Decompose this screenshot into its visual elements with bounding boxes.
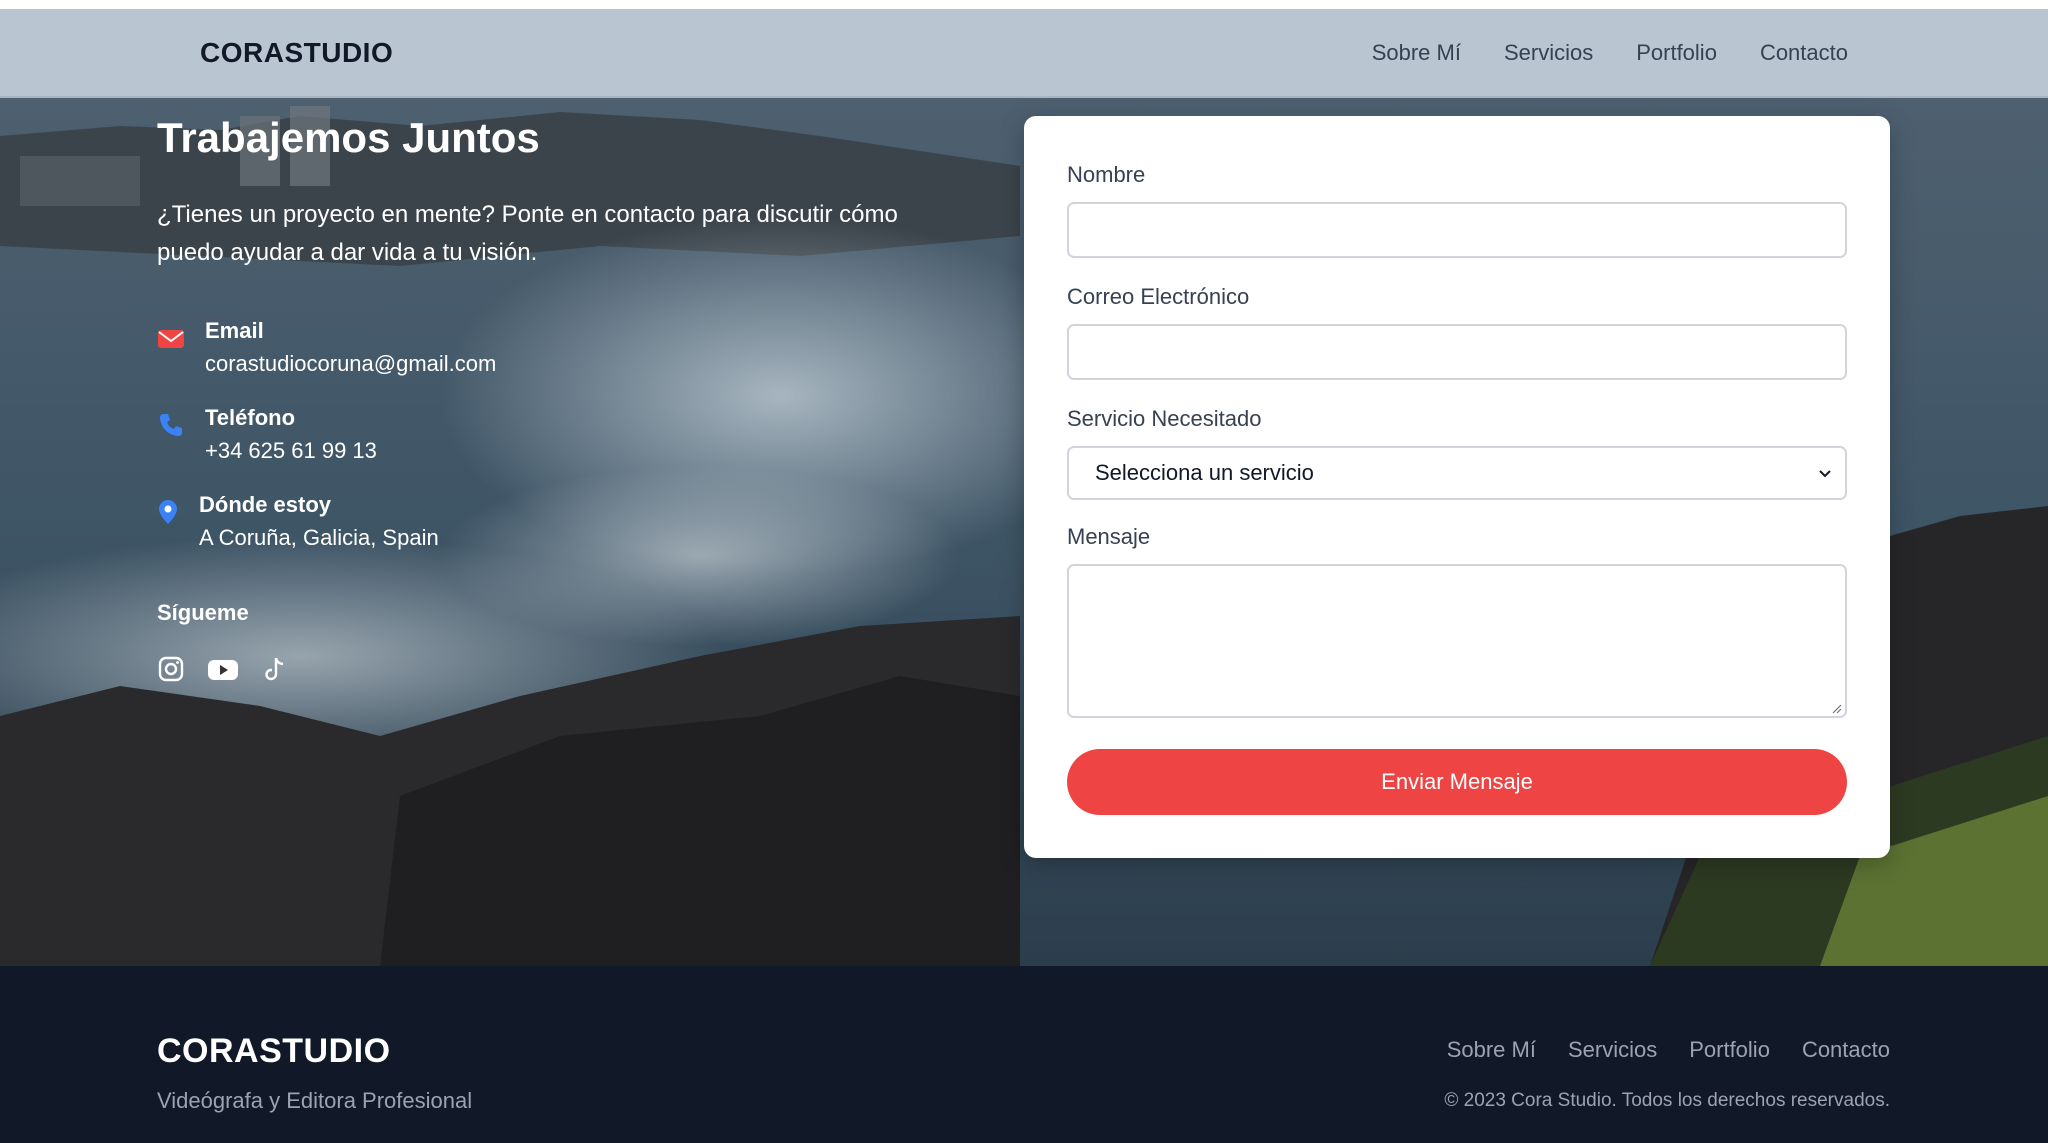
service-select[interactable]: Selecciona un servicio <box>1067 446 1847 500</box>
nav-link-servicios[interactable]: Servicios <box>1504 40 1593 66</box>
envelope-icon <box>157 324 185 352</box>
follow-title: Sígueme <box>157 600 249 625</box>
footer-link-servicios[interactable]: Servicios <box>1568 1037 1657 1063</box>
resize-handle-icon[interactable] <box>1830 701 1842 714</box>
tiktok-icon[interactable] <box>261 655 289 683</box>
chevron-down-icon <box>1817 465 1833 481</box>
copyright-text: © 2023 Cora Studio. Todos los derechos r… <box>1444 1090 1890 1111</box>
message-label: Mensaje <box>1067 524 1151 549</box>
contact-title: Trabajemos Juntos <box>157 114 540 161</box>
nav-link-contacto[interactable]: Contacto <box>1760 40 1848 66</box>
phone-value[interactable]: +34 625 61 99 13 <box>205 438 377 464</box>
contact-form-card: Nombre Correo Electrónico Servicio Neces… <box>1024 116 1890 858</box>
main-nav: Sobre Mí Servicios Portfolio Contacto <box>1372 40 1848 66</box>
instagram-icon[interactable] <box>157 655 185 683</box>
footer-tagline: Videógrafa y Editora Profesional <box>157 1088 473 1113</box>
name-input[interactable] <box>1067 202 1847 258</box>
service-select-value: Selecciona un servicio <box>1095 460 1314 485</box>
send-message-button[interactable]: Enviar Mensaje <box>1067 749 1847 815</box>
footer-link-contacto[interactable]: Contacto <box>1802 1037 1890 1063</box>
location-value: A Coruña, Galicia, Spain <box>199 525 439 550</box>
service-label: Servicio Necesitado <box>1067 406 1262 431</box>
footer-nav: Sobre Mí Servicios Portfolio Contacto <box>1447 1037 1890 1063</box>
contact-intro: ¿Tienes un proyecto en mente? Ponte en c… <box>157 201 898 266</box>
footer: CORASTUDIO Videógrafa y Editora Profesio… <box>0 966 2048 1143</box>
footer-link-sobre-mi[interactable]: Sobre Mí <box>1447 1037 1536 1063</box>
email-field-label: Correo Electrónico <box>1067 284 1250 309</box>
location-label: Dónde estoy <box>199 492 332 517</box>
phone-label: Teléfono <box>205 405 296 430</box>
email-label: Email <box>205 318 264 343</box>
top-border <box>0 0 2048 9</box>
phone-icon <box>157 411 185 439</box>
map-pin-icon <box>157 498 185 526</box>
nav-link-portfolio[interactable]: Portfolio <box>1636 40 1717 66</box>
footer-brand[interactable]: CORASTUDIO <box>157 1032 391 1071</box>
nav-link-sobre-mi[interactable]: Sobre Mí <box>1372 40 1461 66</box>
email-value[interactable]: corastudiocoruna@gmail.com <box>205 351 496 377</box>
email-input[interactable] <box>1067 324 1847 380</box>
header-navbar: CORASTUDIO Sobre Mí Servicios Portfolio … <box>0 9 2048 98</box>
youtube-icon[interactable] <box>207 655 239 683</box>
brand-logo[interactable]: CORASTUDIO <box>200 37 393 69</box>
name-label: Nombre <box>1067 162 1146 187</box>
message-textarea[interactable] <box>1067 564 1847 718</box>
social-links <box>157 655 289 683</box>
footer-link-portfolio[interactable]: Portfolio <box>1689 1037 1770 1063</box>
